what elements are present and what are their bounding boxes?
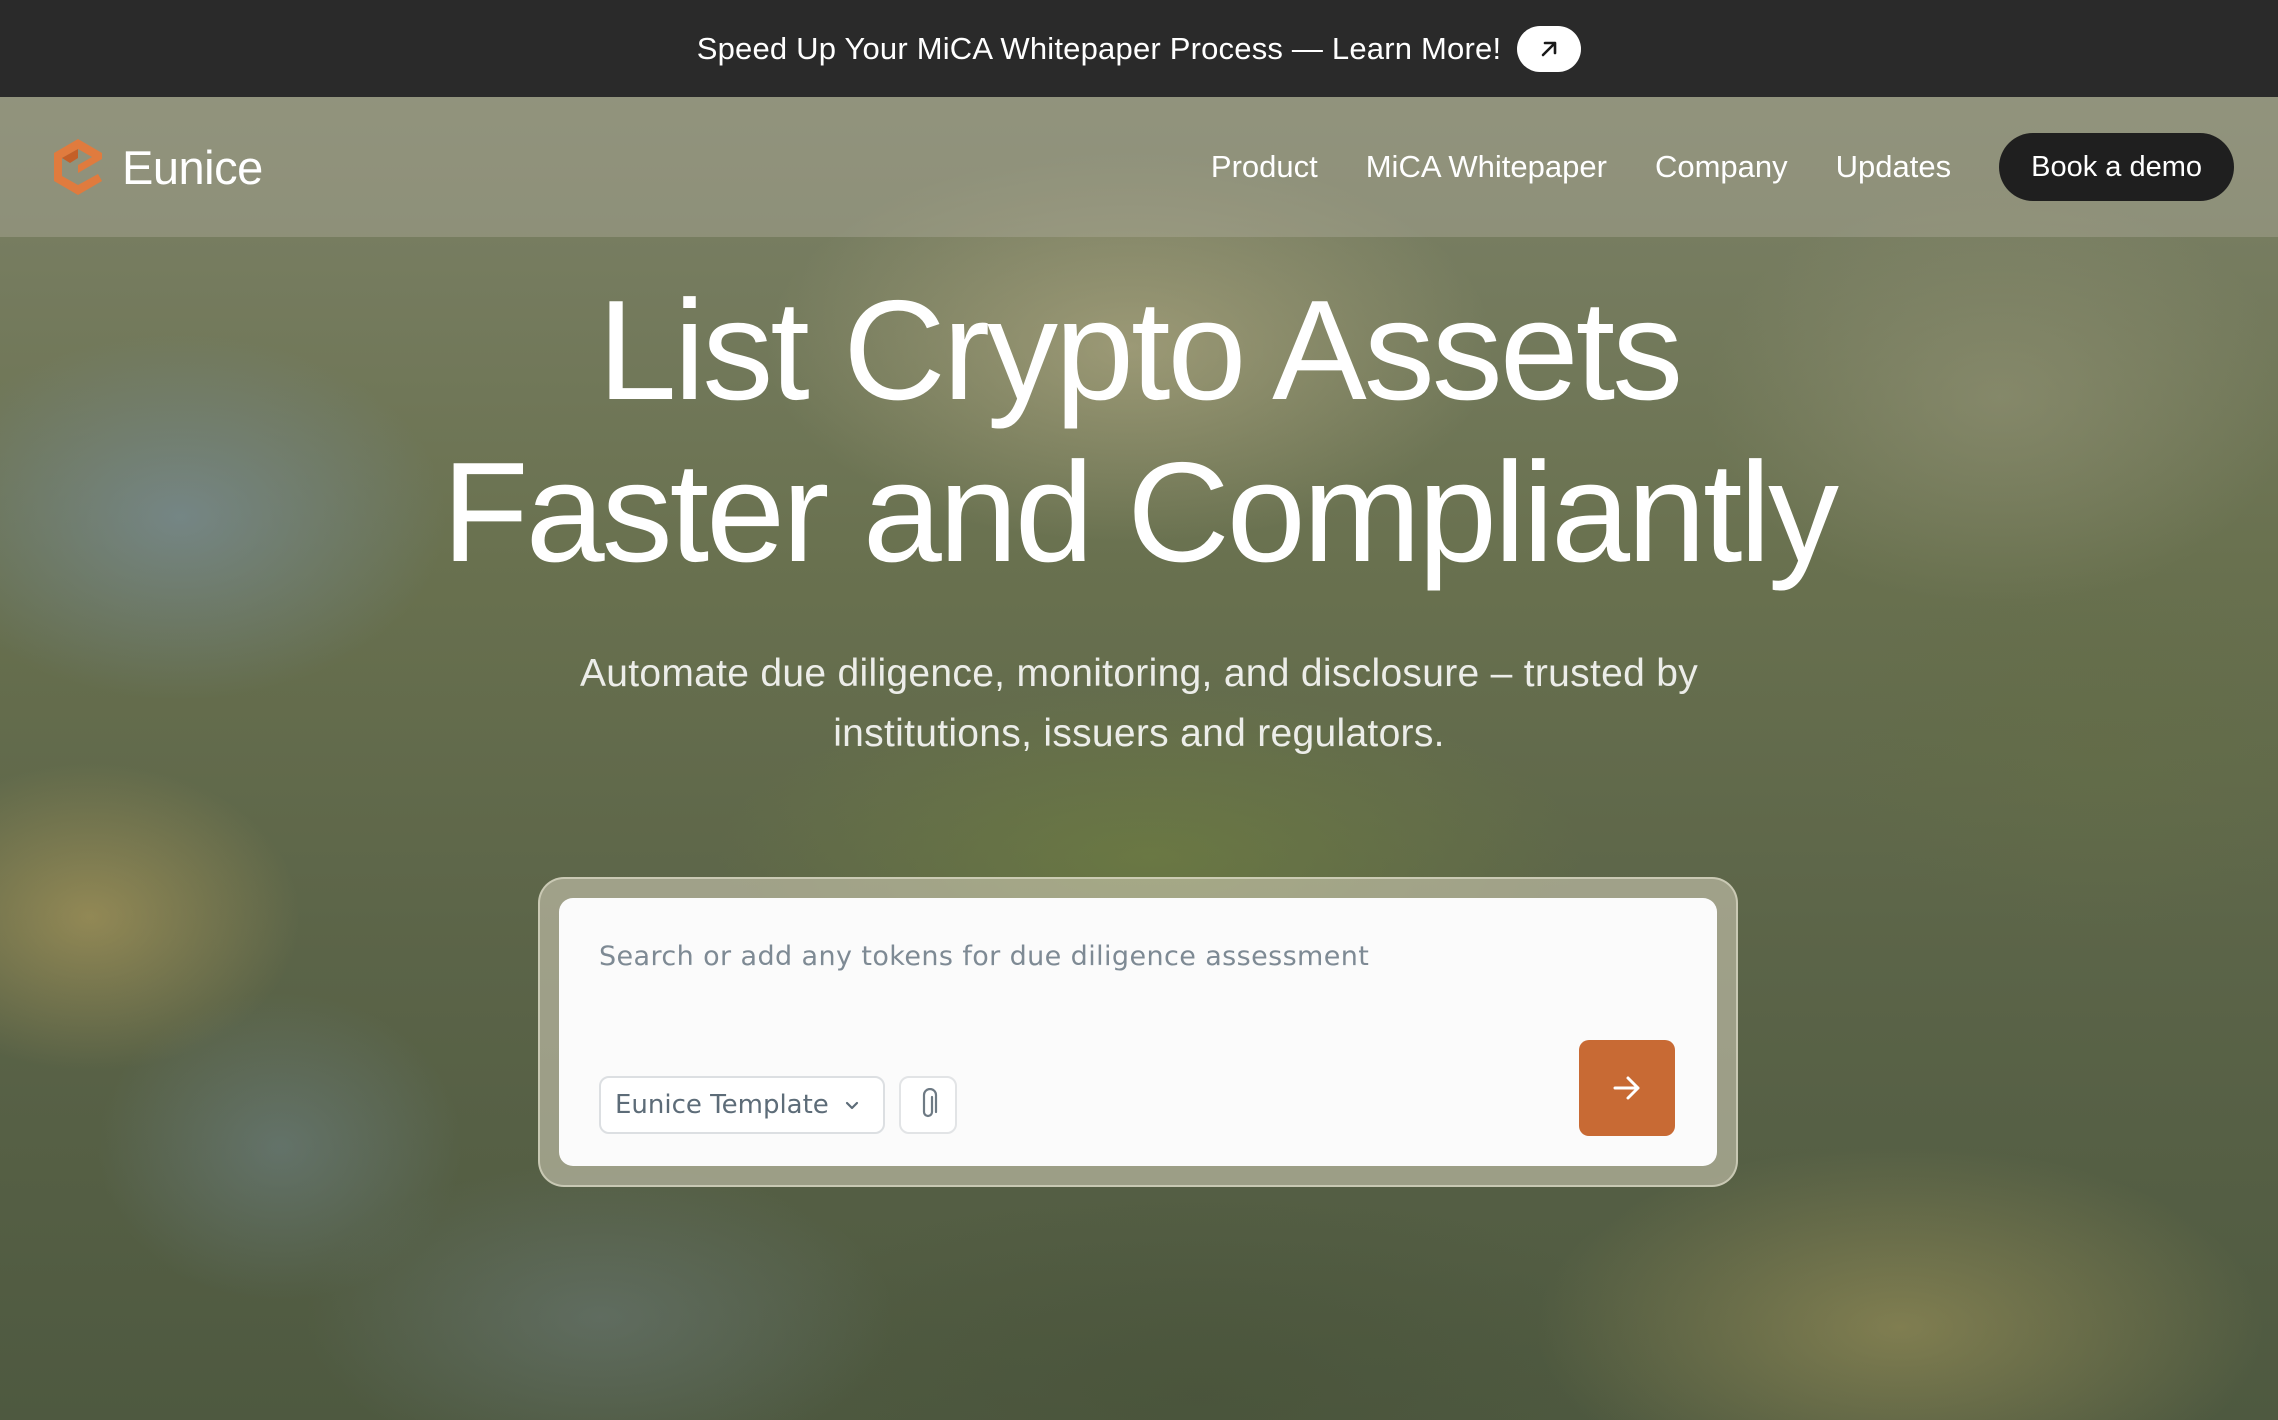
nav-link-product[interactable]: Product [1211,149,1318,185]
brand-name: Eunice [122,140,263,194]
arrow-up-right-icon [1541,41,1557,56]
top-navigation: Eunice Product MiCA Whitepaper Company U… [0,97,2278,237]
template-dropdown-label: Eunice Template [615,1090,829,1120]
hero-subtitle: Automate due diligence, monitoring, and … [0,644,2278,764]
chevron-down-icon [845,1101,858,1110]
paperclip-icon [922,1088,938,1118]
nav-link-updates[interactable]: Updates [1836,149,1951,185]
search-card: Eunice Template [559,898,1717,1166]
nav-link-mica-whitepaper[interactable]: MiCA Whitepaper [1366,149,1607,185]
token-search-input[interactable] [599,934,1679,978]
nav-link-company[interactable]: Company [1655,149,1788,185]
nav-links: Product MiCA Whitepaper Company Updates … [1211,133,2234,201]
arrow-right-icon [1613,1076,1640,1100]
hero-subtitle-line-1: Automate due diligence, monitoring, and … [579,652,1699,695]
template-dropdown[interactable]: Eunice Template [599,1076,885,1134]
hero-subtitle-line-2: institutions, issuers and regulators. [833,712,1445,755]
announcement-bar: Speed Up Your MiCA Whitepaper Process — … [0,0,2278,97]
brand-logo-link[interactable]: Eunice [48,135,263,199]
submit-search-button[interactable] [1579,1040,1675,1136]
hero-title: List Crypto Assets Faster and Compliantl… [0,270,2278,594]
hero-title-line-2: Faster and Compliantly [441,433,1839,592]
attach-file-button[interactable] [899,1076,957,1134]
hero-title-line-1: List Crypto Assets [597,271,1683,430]
announcement-link-button[interactable] [1517,25,1582,72]
eunice-logo-icon [54,139,102,195]
search-panel: Eunice Template [538,877,1738,1187]
hero-section: List Crypto Assets Faster and Compliantl… [0,270,2278,764]
book-demo-button[interactable]: Book a demo [1999,133,2234,201]
announcement-text[interactable]: Speed Up Your MiCA Whitepaper Process — … [697,31,1502,67]
